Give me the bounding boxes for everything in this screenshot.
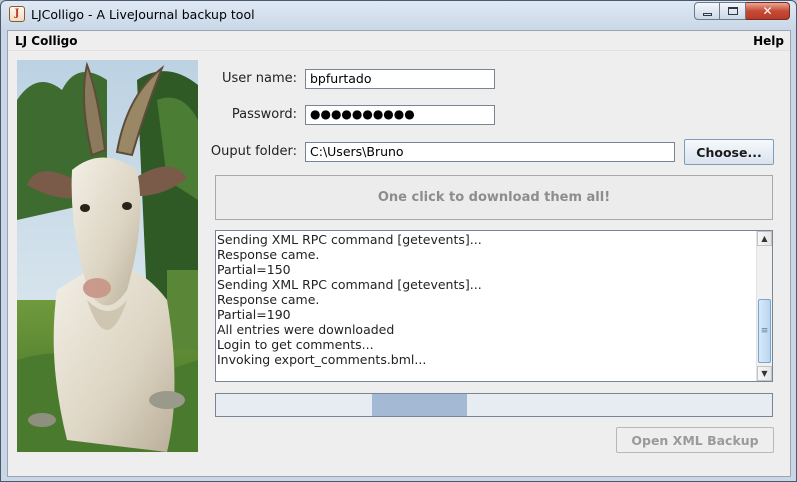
minimize-icon xyxy=(702,12,712,16)
log-lines: Sending XML RPC command [getevents]... Re… xyxy=(217,232,482,367)
scroll-down-arrow-icon[interactable]: ▼ xyxy=(757,366,772,381)
username-field[interactable]: bpfurtado xyxy=(305,69,495,89)
open-xml-backup-label: Open XML Backup xyxy=(631,432,759,448)
menu-ljcolligo[interactable]: LJ Colligo xyxy=(15,34,78,48)
close-icon: ✕ xyxy=(762,4,773,18)
window-controls: ✕ xyxy=(694,2,790,20)
window-title: LJColligo - A LiveJournal backup tool xyxy=(31,7,255,22)
download-progress-bar xyxy=(215,393,773,417)
title-bar[interactable]: J LJColligo - A LiveJournal backup tool … xyxy=(1,1,796,29)
log-line: Invoking export_comments.bml... xyxy=(217,352,427,367)
log-line: Partial=150 xyxy=(217,262,291,277)
maximize-icon xyxy=(727,7,738,15)
log-line: Response came. xyxy=(217,247,320,262)
log-line: Sending XML RPC command [getevents]... xyxy=(217,277,482,292)
minimize-button[interactable] xyxy=(694,2,720,20)
download-all-button[interactable]: One click to download them all! xyxy=(215,175,773,220)
client-area: LJ Colligo Help User name: bpfurtado Pas… xyxy=(7,30,791,477)
goat-image xyxy=(17,60,198,452)
username-label: User name: xyxy=(221,71,297,86)
log-scrollbar[interactable]: ▲ ≡ ▼ xyxy=(756,231,772,381)
output-folder-label: Ouput folder: xyxy=(210,144,297,159)
open-xml-backup-button[interactable]: Open XML Backup xyxy=(616,427,774,453)
password-label: Password: xyxy=(231,107,297,122)
scroll-thumb[interactable]: ≡ xyxy=(758,299,771,363)
choose-button-label: Choose... xyxy=(696,144,762,160)
java-cup-icon: J xyxy=(9,6,25,22)
log-line: All entries were downloaded xyxy=(217,322,395,337)
log-line: Partial=190 xyxy=(217,307,291,322)
log-textarea[interactable]: Sending XML RPC command [getevents]... Re… xyxy=(215,230,773,382)
log-line: Response came. xyxy=(217,292,320,307)
download-all-label: One click to download them all! xyxy=(377,190,611,205)
menu-bar: LJ Colligo Help xyxy=(8,31,790,51)
log-line: Login to get comments... xyxy=(217,337,374,352)
maximize-button[interactable] xyxy=(720,2,746,20)
application-window: J LJColligo - A LiveJournal backup tool … xyxy=(0,0,797,482)
menu-help[interactable]: Help xyxy=(753,34,784,48)
close-button[interactable]: ✕ xyxy=(746,2,790,20)
output-folder-field[interactable]: C:\Users\Bruno xyxy=(305,142,675,162)
progress-indeterminate-segment xyxy=(372,394,467,416)
scroll-up-arrow-icon[interactable]: ▲ xyxy=(757,231,772,246)
password-field[interactable]: ●●●●●●●●●● xyxy=(305,105,495,125)
choose-folder-button[interactable]: Choose... xyxy=(684,139,774,165)
goat-illustration xyxy=(17,60,198,452)
log-line: Sending XML RPC command [getevents]... xyxy=(217,232,482,247)
